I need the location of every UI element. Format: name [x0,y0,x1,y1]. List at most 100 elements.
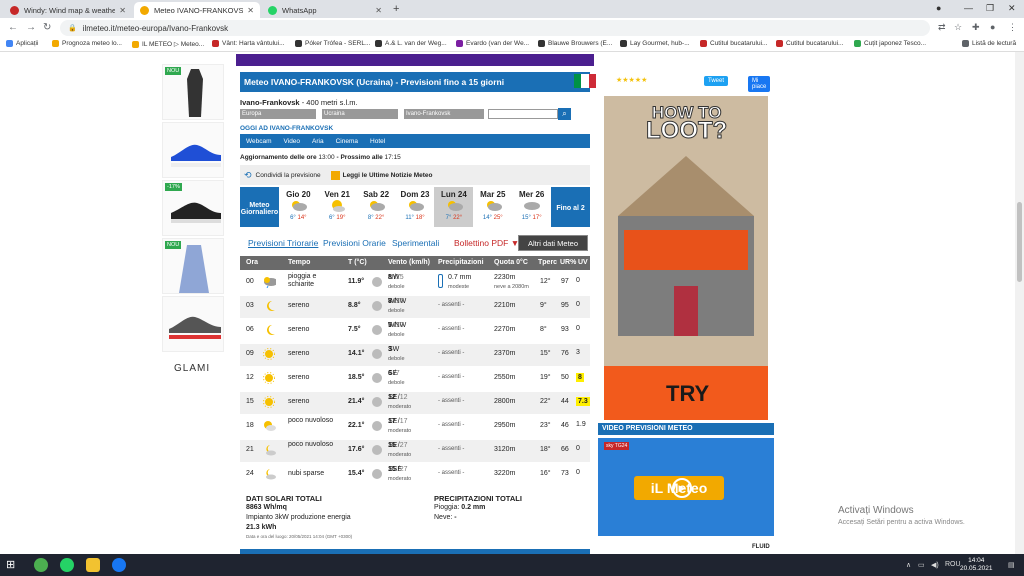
menu-hotel[interactable]: Hotel [370,138,385,145]
row-wind-desc: debole [388,356,405,362]
bookmark[interactable]: A.& L. van der Weg... [375,40,447,47]
back-icon[interactable]: ← [8,22,18,33]
forward-icon[interactable]: → [26,22,36,33]
profile-icon[interactable]: ● [990,22,995,32]
ad-sneaker[interactable] [162,296,224,352]
bookmark[interactable]: Prognoza meteo lo... [52,40,122,47]
extensions-icon[interactable]: ✚ [972,22,980,33]
game-ad-banner[interactable]: HOW TO LOOT? TRY [604,96,768,420]
bookmark[interactable]: Póker Trófea - SERL... [295,40,370,47]
new-tab-button[interactable]: + [393,3,399,15]
tab-windy[interactable]: Windy: Wind map & weather fo ✕ [4,2,132,18]
try-button[interactable]: TRY [666,381,709,407]
menu-video[interactable]: Video [284,138,301,145]
search-icon[interactable]: ⌕ [558,108,571,120]
search-input[interactable] [488,109,558,119]
record-icon[interactable]: ● [936,3,941,13]
chevron-down-icon[interactable]: ▼ [599,74,607,83]
menu-icon[interactable]: ⋮ [1008,22,1017,33]
scrollbar-thumb[interactable] [1017,202,1022,282]
bookmark-icon [538,40,545,47]
bookmark[interactable]: Cuțit japonez Tesco... [854,40,926,47]
main-content: Meteo IVANO-FRANKOVSK (Ucraina) - Previs… [236,52,771,554]
chevron-up-icon[interactable]: ∧ [906,561,911,569]
bookmark[interactable]: Lay Gourmet, hub-... [620,40,690,47]
day-tab[interactable]: Ven 21 6° 19° [318,187,357,227]
close-icon[interactable]: ✕ [375,6,382,15]
bookmark[interactable]: Vânt: Harta vântului... [212,40,285,47]
ad-black-shoe[interactable]: -17% [162,180,224,236]
whatsapp-icon[interactable] [60,558,74,572]
day-tab[interactable]: Mer 26 15° 17° [512,187,551,227]
continent-select[interactable]: Europa [240,109,316,119]
chrome-icon[interactable] [34,558,48,572]
tweet-button[interactable]: Tweet [704,76,729,86]
altri-dati-button[interactable]: Altri dati Meteo [518,235,588,251]
top-banner[interactable] [236,54,594,66]
menu-webcam[interactable]: Webcam [246,138,272,145]
close-icon[interactable]: ✕ [119,6,126,15]
oggi-link[interactable]: OGGI AD IVANO-FRANKOVSK [240,125,333,132]
tab-sperimentali[interactable]: Sperimentali [392,238,439,248]
country-select[interactable]: Ucraina [322,109,398,119]
menu-cinema[interactable]: Cinema [336,138,358,145]
play-icon[interactable]: ▶ [672,478,692,498]
glami-logo[interactable]: GLAMI [174,363,210,374]
day-tab-fino[interactable]: Fino al 2 [551,187,591,227]
col-uv: UV [578,259,588,266]
day-label: Lun 24 [441,190,467,199]
day-tab[interactable]: Sab 22 8° 22° [357,187,396,227]
scrollbar[interactable] [1015,52,1024,554]
bookmark[interactable]: Cutitul bucatarului... [700,40,767,47]
close-icon[interactable]: ✕ [247,6,254,15]
notifications-icon[interactable]: ▤ [1008,561,1015,569]
tab-whatsapp[interactable]: WhatsApp ✕ [262,2,388,18]
tab-triorarie[interactable]: Previsioni Triorarie [248,238,318,248]
windows-start-icon[interactable]: ⊞ [6,558,20,572]
day-tab[interactable]: Dom 23 11° 18° [396,187,435,227]
video-player[interactable]: sky TG24 iL Meteo ▶ [598,438,774,536]
day-tab[interactable]: Mar 25 14° 25° [473,187,512,227]
ad-blue-shoe[interactable] [162,122,224,178]
volume-icon[interactable]: ◀) [931,561,939,569]
address-bar[interactable]: 🔒 ilmeteo.it/meteo-europa/Ivano-Frankovs… [60,20,930,36]
row-uv: 0 [576,277,580,284]
menu-aria[interactable]: Aria [312,138,324,145]
ad-dress[interactable]: NOU [162,64,224,120]
city-select[interactable]: Ivano-Frankovsk [404,109,484,119]
rating[interactable]: ★★★★★ Voti! [616,76,647,91]
star-icon[interactable]: ★★★★★ [616,77,647,84]
row-tperc: 23° [540,422,551,429]
reading-list[interactable]: Listă de lectură [962,40,1016,47]
facebook-icon[interactable] [112,558,126,572]
day-tab[interactable]: Gio 20 6° 14° [279,187,318,227]
maximize-button[interactable]: ❐ [986,3,994,14]
close-window-button[interactable]: ✕ [1008,3,1016,14]
like-button[interactable]: Mi piace [748,76,771,92]
bollettino-pdf-link[interactable]: Bollettino PDF ▼ [454,238,519,248]
day-tab-selected[interactable]: Lun 24 7° 22° [434,187,474,227]
minimize-button[interactable]: — [964,3,973,13]
bookmark-apps[interactable]: Aplicații [6,40,38,47]
italy-flag-icon[interactable] [574,74,596,88]
bookmark[interactable]: IL METEO ▷ Meteo... [132,40,204,48]
translate-icon[interactable]: ⇄ [938,22,946,33]
share-icon[interactable]: ⟲ [244,170,252,181]
star-icon[interactable]: ☆ [954,22,962,33]
tab-ilmeteo[interactable]: Meteo IVANO-FRANKOVSK (Ucra ✕ [134,2,260,18]
day-tab-giornaliero[interactable]: Meteo Giornaliero [240,187,279,227]
bookmark[interactable]: Cutitul bucatarului... [776,40,843,47]
share-link[interactable]: Condividi la previsione [256,172,321,179]
tab-orarie[interactable]: Previsioni Orarie [323,238,386,248]
nou-badge: NOU [165,241,182,249]
ad-skirt[interactable]: NOU [162,238,224,294]
glami-ad-column[interactable]: NOU -17% NOU [162,64,224,354]
file-explorer-icon[interactable] [86,558,100,572]
bookmark[interactable]: Blauwe Brouwers (E... [538,40,612,47]
bookmark[interactable]: Evardo (van der We... [456,40,529,47]
clock[interactable]: 14:04 20.05.2021 [960,557,993,573]
news-link[interactable]: Leggi le Ultime Notizie Meteo [343,172,433,179]
language-indicator[interactable]: ROU [945,561,961,568]
network-icon[interactable]: ▭ [918,561,925,569]
reload-icon[interactable]: ↻ [43,22,51,33]
